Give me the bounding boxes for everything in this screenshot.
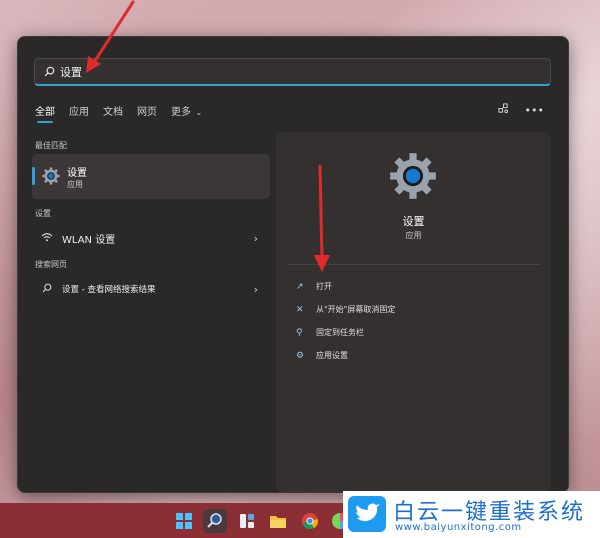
twitter-bird-icon [348,496,386,532]
chrome-icon[interactable] [300,511,320,531]
watermark-url: www.baiyunxitong.com [395,522,522,533]
windows-icon[interactable] [174,511,194,531]
watermark: 白云一键重装系统 www.baiyunxitong.com [343,491,600,538]
annotation-arrows [86,0,330,272]
file-explorer-icon[interactable] [268,511,288,531]
widgets-icon[interactable] [237,511,257,531]
search-taskbar-icon[interactable] [203,509,227,533]
